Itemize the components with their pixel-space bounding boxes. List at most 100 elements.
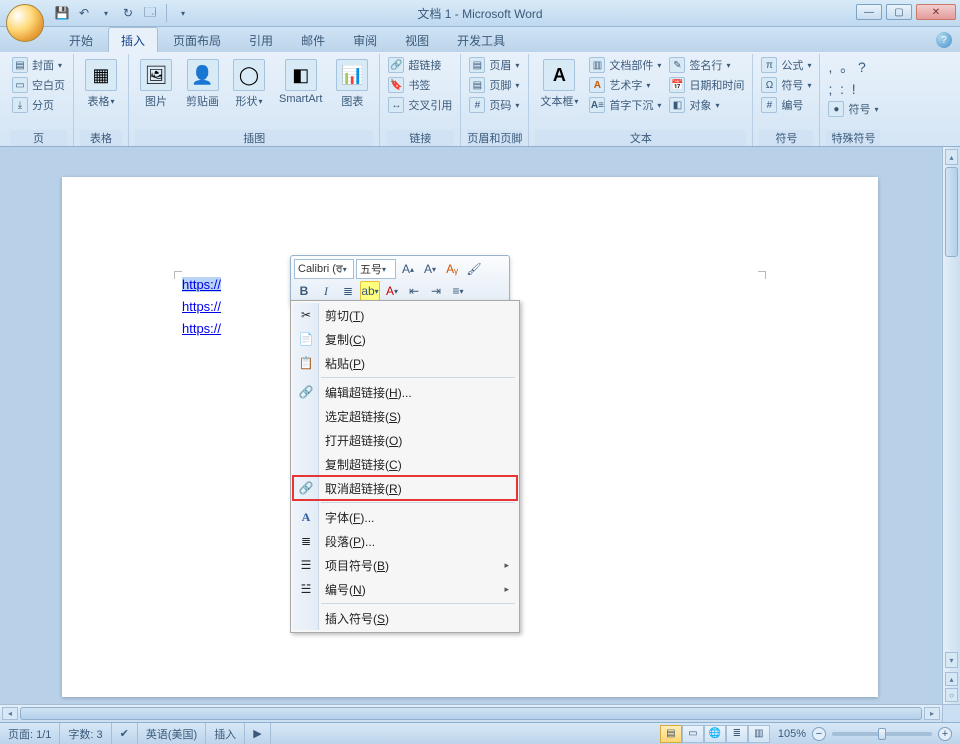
tab-references[interactable]: 引用 xyxy=(236,27,286,52)
mini-shrink-font[interactable]: A▾ xyxy=(420,259,440,279)
shapes-button[interactable]: ◯形状▾ xyxy=(228,56,270,112)
ctx-open-hyperlink[interactable]: 打开超链接(O) xyxy=(293,428,517,452)
tab-pagelayout[interactable]: 页面布局 xyxy=(160,27,234,52)
header-button[interactable]: ▤页眉▾ xyxy=(467,56,521,74)
blank-page-button[interactable]: ▭空白页 xyxy=(10,76,67,94)
hyperlink-line-1[interactable]: https:// xyxy=(182,277,221,292)
mini-grow-font[interactable]: A▴ xyxy=(398,259,418,279)
mini-bullet-list[interactable]: ≡▾ xyxy=(448,281,468,301)
zoom-out-button[interactable]: − xyxy=(812,727,826,741)
mini-highlight[interactable]: ab▾ xyxy=(360,281,380,301)
zoom-in-button[interactable]: + xyxy=(938,727,952,741)
qat-undo[interactable]: ↶ xyxy=(76,5,92,21)
qat-print[interactable]: 🗔 xyxy=(142,5,158,21)
mini-format-painter[interactable]: 🖌 xyxy=(464,259,484,279)
status-words[interactable]: 字数: 3 xyxy=(60,723,111,744)
vertical-scrollbar[interactable]: ▴ ▾ ▴ ○ xyxy=(942,147,960,704)
minimize-button[interactable]: — xyxy=(856,4,882,20)
mini-style-icon[interactable]: Aᵧ xyxy=(442,259,462,279)
vscroll-thumb[interactable] xyxy=(945,167,958,257)
picture-button[interactable]: 🖼图片 xyxy=(135,56,177,112)
pagenumber-button[interactable]: #页码▾ xyxy=(467,96,521,114)
ctx-cut[interactable]: ✂剪切(T) xyxy=(293,303,517,327)
smartart-button[interactable]: ◧SmartArt xyxy=(274,56,327,108)
mini-indent-decrease[interactable]: ⇤ xyxy=(404,281,424,301)
signature-button[interactable]: ✎签名行▾ xyxy=(667,56,746,74)
mini-font-combo[interactable]: Calibri (ਰ▾ xyxy=(294,259,354,279)
ctx-select-hyperlink[interactable]: 选定超链接(S) xyxy=(293,404,517,428)
ctx-edit-hyperlink[interactable]: 🔗编辑超链接(H)... xyxy=(293,380,517,404)
special-dot[interactable]: , 。 ? xyxy=(826,56,880,78)
special-dot2[interactable]: ; : ! xyxy=(826,80,880,98)
maximize-button[interactable]: ▢ xyxy=(886,4,912,20)
cover-page-button[interactable]: ▤封面▾ xyxy=(10,56,67,74)
status-page[interactable]: 页面: 1/1 xyxy=(0,723,60,744)
help-button[interactable]: ? xyxy=(936,32,952,48)
tab-review[interactable]: 审阅 xyxy=(340,27,390,52)
qat-customize[interactable]: ▾ xyxy=(175,5,191,21)
view-draft[interactable]: ▥ xyxy=(748,725,770,743)
textbox-button[interactable]: A文本框▾ xyxy=(535,56,583,112)
close-button[interactable]: ✕ xyxy=(916,4,956,20)
status-macro[interactable]: ▶ xyxy=(245,723,270,744)
status-language[interactable]: 英语(美国) xyxy=(138,723,206,744)
ctx-copy-hyperlink[interactable]: 复制超链接(C) xyxy=(293,452,517,476)
tab-view[interactable]: 视图 xyxy=(392,27,442,52)
tab-mailings[interactable]: 邮件 xyxy=(288,27,338,52)
ctx-copy[interactable]: 📄复制(C) xyxy=(293,327,517,351)
scroll-left-icon[interactable]: ◂ xyxy=(2,707,18,720)
zoom-knob[interactable] xyxy=(878,728,886,740)
crossref-button[interactable]: ↔交叉引用 xyxy=(386,96,454,114)
hyperlink-line-2[interactable]: https:// xyxy=(182,299,221,314)
view-web[interactable]: 🌐 xyxy=(704,725,726,743)
number-button[interactable]: #编号 xyxy=(759,96,813,114)
view-print-layout[interactable]: ▤ xyxy=(660,725,682,743)
scroll-up-icon[interactable]: ▴ xyxy=(945,149,958,165)
zoom-percent[interactable]: 105% xyxy=(778,728,806,740)
wordart-button[interactable]: A艺术字▾ xyxy=(587,76,663,94)
ctx-insert-symbol[interactable]: 插入符号(S) xyxy=(293,606,517,630)
mini-italic[interactable]: I xyxy=(316,281,336,301)
status-proofing[interactable]: ✔ xyxy=(112,723,138,744)
browse-object-icon[interactable]: ○ xyxy=(945,688,958,702)
mini-bold[interactable]: B xyxy=(294,281,314,301)
horizontal-scrollbar[interactable]: ◂ ▸ xyxy=(0,704,942,722)
status-insert-mode[interactable]: 插入 xyxy=(206,723,245,744)
ctx-numbering[interactable]: ☱编号(N)▸ xyxy=(293,577,517,601)
symbol-button[interactable]: Ω符号▾ xyxy=(759,76,813,94)
scroll-down-icon[interactable]: ▾ xyxy=(945,652,958,668)
zoom-slider[interactable] xyxy=(832,732,932,736)
dropcap-button[interactable]: A≡首字下沉▾ xyxy=(587,96,663,114)
ctx-font[interactable]: A字体(F)... xyxy=(293,505,517,529)
view-fullscreen[interactable]: ▭ xyxy=(682,725,704,743)
page-break-button[interactable]: ⤓分页 xyxy=(10,96,67,114)
mini-size-combo[interactable]: 五号▾ xyxy=(356,259,396,279)
mini-font-color[interactable]: A▾ xyxy=(382,281,402,301)
clipart-button[interactable]: 👤剪贴画 xyxy=(181,56,224,112)
hscroll-thumb[interactable] xyxy=(20,707,922,720)
table-button[interactable]: ▦表格▾ xyxy=(80,56,122,112)
view-outline[interactable]: ≣ xyxy=(726,725,748,743)
scroll-right-icon[interactable]: ▸ xyxy=(924,707,940,720)
browse-prev-icon[interactable]: ▴ xyxy=(945,672,958,686)
ctx-remove-hyperlink[interactable]: 🔗取消超链接(R) xyxy=(293,476,517,500)
datetime-button[interactable]: 📅日期和时间 xyxy=(667,76,746,94)
mini-indent-increase[interactable]: ⇥ xyxy=(426,281,446,301)
hyperlink-button[interactable]: 🔗超链接 xyxy=(386,56,454,74)
mini-center[interactable]: ≣ xyxy=(338,281,358,301)
tab-insert[interactable]: 插入 xyxy=(108,27,158,52)
chart-button[interactable]: 📊图表 xyxy=(331,56,373,112)
ctx-paragraph[interactable]: ≣段落(P)... xyxy=(293,529,517,553)
quickparts-button[interactable]: ▥文档部件▾ xyxy=(587,56,663,74)
object-button[interactable]: ◧对象▾ xyxy=(667,96,746,114)
special-symbol-button[interactable]: ●符号▾ xyxy=(826,100,880,118)
footer-button[interactable]: ▤页脚▾ xyxy=(467,76,521,94)
tab-developer[interactable]: 开发工具 xyxy=(444,27,518,52)
qat-redo[interactable]: ↻ xyxy=(120,5,136,21)
equation-button[interactable]: π公式▾ xyxy=(759,56,813,74)
office-button[interactable] xyxy=(6,4,44,42)
bookmark-button[interactable]: 🔖书签 xyxy=(386,76,454,94)
qat-save[interactable]: 💾 xyxy=(54,5,70,21)
hyperlink-line-3[interactable]: https:// xyxy=(182,321,221,336)
tab-home[interactable]: 开始 xyxy=(56,27,106,52)
